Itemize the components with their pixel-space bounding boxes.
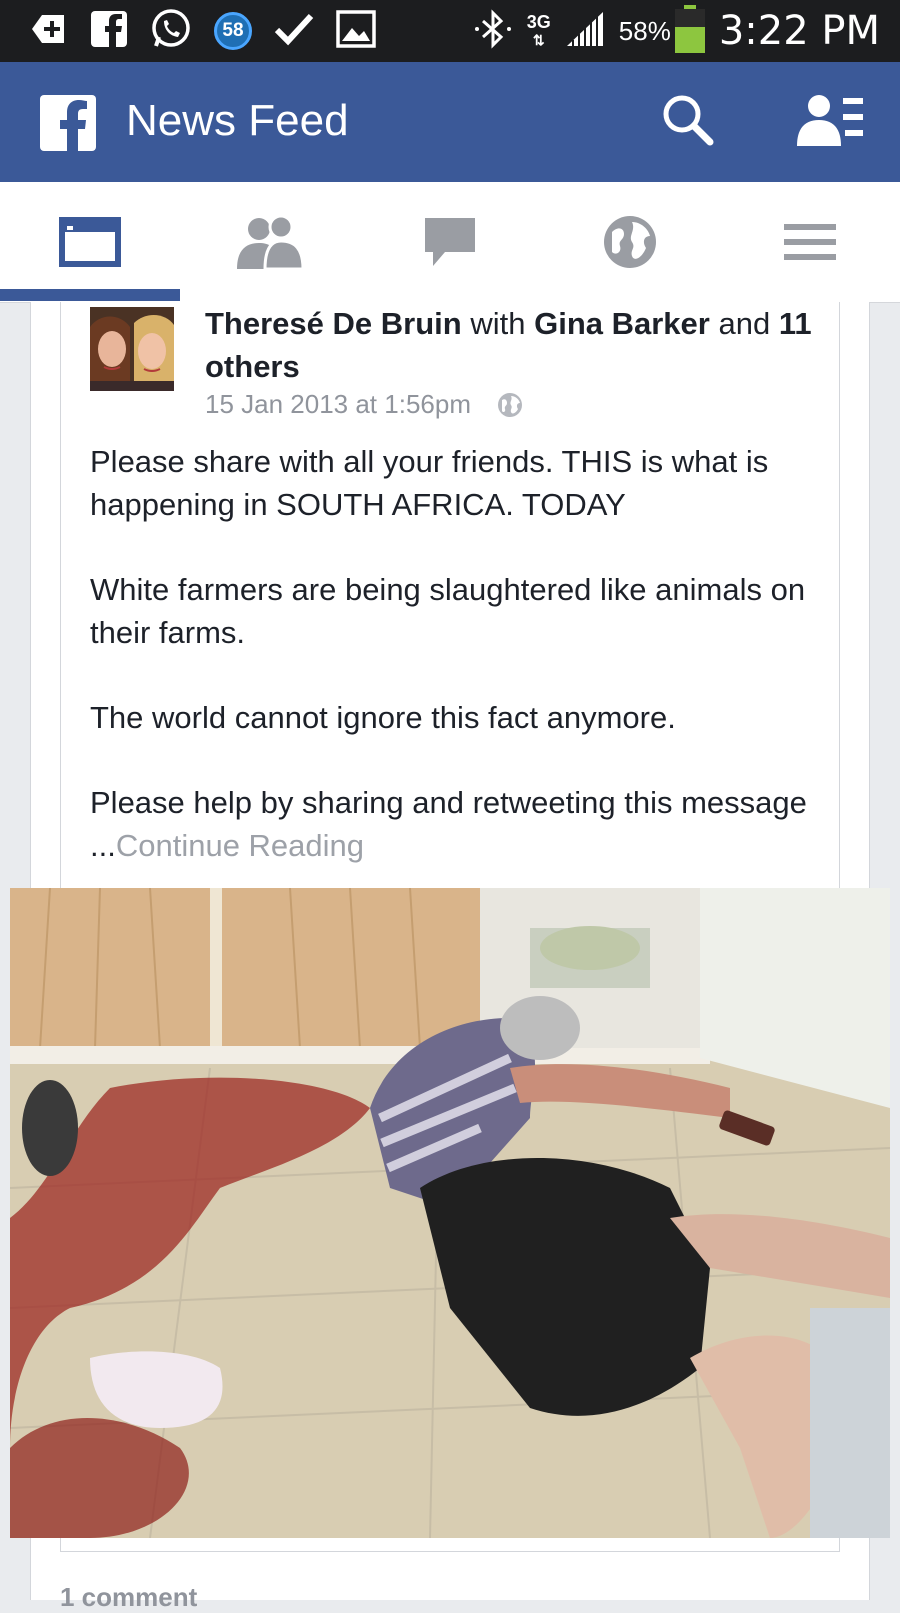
top-bar: News Feed	[0, 62, 900, 182]
menu-icon	[784, 224, 836, 260]
notification-count-badge: 58	[214, 12, 252, 50]
post-header: Theresé De Bruin with Gina Barker and 11…	[205, 302, 825, 388]
signal-icon	[565, 10, 605, 53]
continue-reading-link[interactable]: Continue Reading	[116, 828, 364, 863]
chat-icon	[425, 218, 475, 266]
post-timestamp[interactable]: 15 Jan 2013 at 1:56pm	[205, 389, 471, 420]
facebook-icon	[90, 10, 128, 53]
data-arrows-icon: ⇅	[532, 32, 545, 48]
public-globe-icon	[497, 392, 522, 417]
gallery-icon	[336, 9, 376, 53]
check-icon	[274, 12, 314, 51]
active-tab-indicator	[0, 289, 180, 301]
tab-news-feed[interactable]	[0, 182, 180, 302]
author-name[interactable]: Theresé De Bruin	[205, 306, 462, 341]
tab-messages[interactable]	[360, 182, 540, 302]
clock: 3:22 PM	[718, 8, 880, 54]
tab-friend-requests[interactable]	[180, 182, 360, 302]
post-paragraph: Please share with all your friends. THIS…	[90, 444, 769, 522]
status-bar-notifications: 58	[28, 8, 376, 55]
tagged-friend[interactable]: Gina Barker	[534, 306, 710, 341]
avatar[interactable]	[90, 307, 174, 391]
battery-icon	[674, 4, 705, 58]
post-paragraph: The world cannot ignore this fact anymor…	[90, 700, 676, 735]
status-bar-system: 3G ⇅ 58% 3:22 PM	[473, 4, 880, 58]
friends-icon	[237, 215, 305, 269]
page-title: News Feed	[126, 96, 349, 145]
network-type: 3G	[526, 12, 551, 32]
network-indicator: 3G ⇅	[527, 13, 551, 49]
post-photo[interactable]	[10, 888, 890, 1538]
tab-notifications[interactable]	[540, 182, 720, 302]
bluetooth-icon	[473, 8, 513, 54]
comments-count-link[interactable]: 1 comment	[60, 1582, 197, 1613]
battery-percent: 58%	[618, 15, 671, 46]
post-meta: 15 Jan 2013 at 1:56pm	[205, 389, 523, 420]
search-icon[interactable]	[660, 92, 716, 153]
facebook-logo-icon[interactable]	[40, 95, 96, 151]
news-feed-icon	[59, 217, 121, 267]
status-bar: 58 3G ⇅ 58% 3:22 PM	[0, 0, 900, 62]
friends-list-icon[interactable]	[795, 92, 865, 153]
whatsapp-icon	[150, 8, 192, 55]
tab-more[interactable]	[720, 182, 900, 302]
globe-icon	[604, 216, 656, 268]
post-paragraph-last: Please help by sharing and retweeting th…	[90, 781, 810, 867]
with-text: with	[470, 306, 526, 341]
post-paragraph: White farmers are being slaughtered like…	[90, 572, 806, 650]
and-text: and	[718, 306, 771, 341]
tab-bar	[0, 182, 900, 303]
post-body: Please share with all your friends. THIS…	[90, 440, 810, 867]
add-icon	[28, 9, 68, 54]
